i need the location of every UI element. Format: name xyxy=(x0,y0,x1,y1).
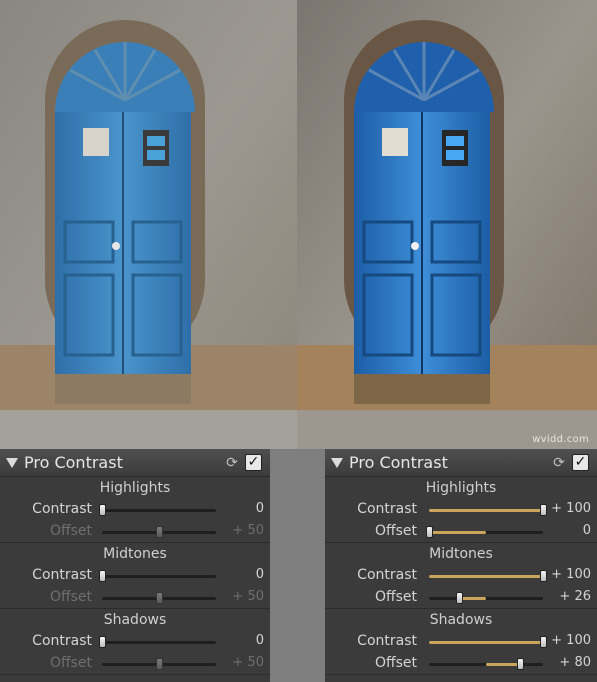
slider-fill xyxy=(429,509,543,512)
pro-contrast-panel-before: Pro Contrast ⟳ ✓ Highlights Contrast 0 O… xyxy=(0,449,270,682)
slider-value: + 50 xyxy=(232,655,264,670)
slider-label: Offset xyxy=(374,523,417,539)
slider-label: Contrast xyxy=(357,567,417,583)
slider-value: + 100 xyxy=(551,633,591,648)
slider-label: Contrast xyxy=(32,567,92,583)
offset-slider-row: Offset + 50 xyxy=(0,653,270,675)
panel-header: Pro Contrast ⟳ ✓ xyxy=(325,449,597,477)
slider-value: + 100 xyxy=(551,501,591,516)
section-title: Shadows xyxy=(103,612,167,628)
contrast-slider[interactable] xyxy=(429,504,547,516)
slider-label: Offset xyxy=(374,589,417,605)
slider-value: + 50 xyxy=(232,589,264,604)
section-title: Highlights xyxy=(99,480,171,496)
slider-thumb[interactable] xyxy=(540,570,547,582)
section-highlights: Highlights Contrast 0 Offset + 50 xyxy=(0,477,270,543)
slider-thumb[interactable] xyxy=(99,570,106,582)
slider-thumb[interactable] xyxy=(517,658,525,670)
contrast-slider[interactable] xyxy=(429,636,547,648)
watermark: wvidd.com xyxy=(532,434,589,445)
slider-thumb[interactable] xyxy=(99,636,106,648)
offset-slider-row: Offset 0 xyxy=(325,521,597,543)
slider-value: + 50 xyxy=(232,523,264,538)
section-title: Shadows xyxy=(429,612,493,628)
slider-label: Offset xyxy=(49,523,92,539)
offset-slider[interactable] xyxy=(429,592,543,604)
before-photo xyxy=(0,0,297,449)
contrast-slider[interactable] xyxy=(99,570,216,582)
panel-gap xyxy=(270,449,325,682)
slider-label: Offset xyxy=(49,589,92,605)
checkbox-checked-icon[interactable]: ✓ xyxy=(245,454,262,471)
section-highlights: Highlights Contrast + 100 Offset 0 xyxy=(325,477,597,543)
contrast-slider[interactable] xyxy=(429,570,547,582)
reset-icon[interactable]: ⟳ xyxy=(551,455,567,471)
section-midtones: Midtones Contrast + 100 Offset + 26 xyxy=(325,543,597,609)
offset-slider-row: Offset + 26 xyxy=(325,587,597,609)
slider-thumb[interactable] xyxy=(540,504,547,516)
slider-fill xyxy=(486,663,521,666)
reset-icon[interactable]: ⟳ xyxy=(224,455,240,471)
after-photo: wvidd.com xyxy=(297,0,597,449)
disclosure-triangle-icon[interactable] xyxy=(6,457,18,468)
section-title: Midtones xyxy=(103,546,167,562)
slider-thumb xyxy=(156,526,163,538)
contrast-slider-row: Contrast 0 xyxy=(0,631,270,653)
section-shadows: Shadows Contrast + 100 Offset + 80 xyxy=(325,609,597,675)
disclosure-triangle-icon[interactable] xyxy=(331,457,343,468)
offset-slider-row: Offset + 50 xyxy=(0,521,270,543)
contrast-slider-row: Contrast 0 xyxy=(0,499,270,521)
offset-slider-row: Offset + 50 xyxy=(0,587,270,609)
offset-slider-row: Offset + 80 xyxy=(325,653,597,675)
slider-thumb xyxy=(156,658,163,670)
slider-label: Offset xyxy=(374,655,417,671)
section-midtones: Midtones Contrast 0 Offset + 50 xyxy=(0,543,270,609)
slider-value: + 80 xyxy=(559,655,591,670)
slider-thumb[interactable] xyxy=(99,504,106,516)
door-image-after xyxy=(297,0,597,449)
offset-slider xyxy=(102,658,216,670)
offset-slider xyxy=(102,592,216,604)
slider-label: Offset xyxy=(49,655,92,671)
pro-contrast-panel-after: Pro Contrast ⟳ ✓ Highlights Contrast + 1… xyxy=(325,449,597,682)
panel-title: Pro Contrast xyxy=(349,453,448,472)
panel-title: Pro Contrast xyxy=(24,453,123,472)
contrast-slider-row: Contrast + 100 xyxy=(325,499,597,521)
slider-fill xyxy=(458,597,486,600)
contrast-slider-row: Contrast 0 xyxy=(0,565,270,587)
slider-value: 0 xyxy=(582,523,591,538)
slider-thumb xyxy=(156,592,163,604)
section-shadows: Shadows Contrast 0 Offset + 50 xyxy=(0,609,270,675)
slider-label: Contrast xyxy=(32,633,92,649)
slider-fill xyxy=(429,641,543,644)
slider-label: Contrast xyxy=(357,633,417,649)
slider-value: + 100 xyxy=(551,567,591,582)
slider-thumb[interactable] xyxy=(540,636,547,648)
slider-value: 0 xyxy=(255,501,264,516)
door-image-before xyxy=(0,0,297,449)
section-title: Highlights xyxy=(425,480,497,496)
offset-slider[interactable] xyxy=(429,658,543,670)
slider-value: 0 xyxy=(255,633,264,648)
slider-fill xyxy=(429,575,543,578)
slider-label: Contrast xyxy=(32,501,92,517)
slider-label: Contrast xyxy=(357,501,417,517)
section-title: Midtones xyxy=(429,546,493,562)
offset-slider[interactable] xyxy=(426,526,543,538)
slider-thumb[interactable] xyxy=(455,592,463,604)
slider-thumb[interactable] xyxy=(426,526,433,538)
checkbox-checked-icon[interactable]: ✓ xyxy=(572,454,589,471)
slider-fill xyxy=(429,531,486,534)
contrast-slider[interactable] xyxy=(99,504,216,516)
contrast-slider[interactable] xyxy=(99,636,216,648)
slider-value: 0 xyxy=(255,567,264,582)
contrast-slider-row: Contrast + 100 xyxy=(325,565,597,587)
contrast-slider-row: Contrast + 100 xyxy=(325,631,597,653)
slider-value: + 26 xyxy=(559,589,591,604)
offset-slider xyxy=(102,526,216,538)
panel-header: Pro Contrast ⟳ ✓ xyxy=(0,449,270,477)
